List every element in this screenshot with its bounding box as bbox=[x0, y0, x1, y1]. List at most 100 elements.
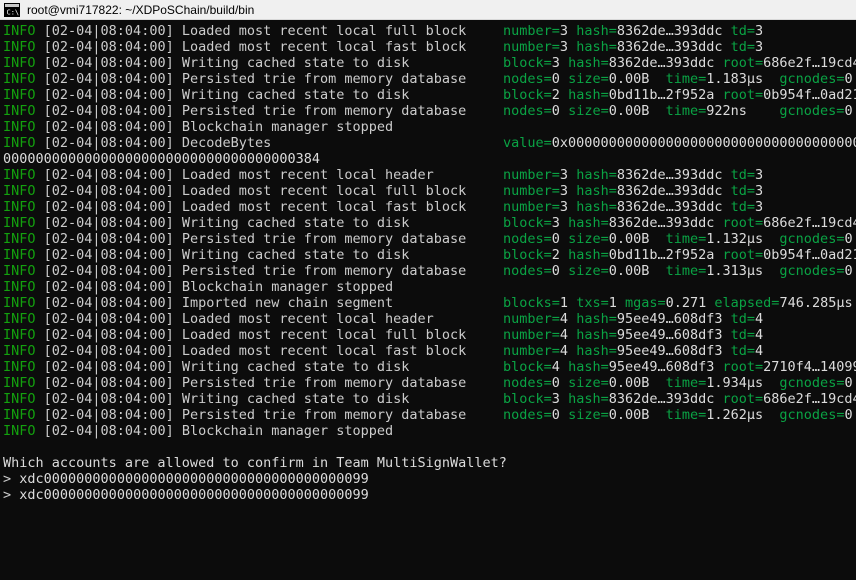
log-message: Persisted trie from memory database bbox=[181, 263, 467, 279]
log-field-value: 8362de…393ddc bbox=[616, 39, 723, 55]
log-field-key: number= bbox=[503, 167, 560, 183]
log-timestamp: [02-04|08:04:00] bbox=[43, 295, 174, 311]
log-field-value: 2 bbox=[551, 247, 560, 263]
log-field-key: block= bbox=[503, 247, 552, 263]
log-field-key: td= bbox=[730, 343, 756, 359]
log-level: INFO bbox=[3, 359, 36, 375]
log-field-key: root= bbox=[722, 87, 764, 103]
log-field-value: 0 bbox=[551, 375, 560, 391]
log-line: INFO [02-04|08:04:00] Persisted trie fro… bbox=[0, 407, 856, 423]
log-level: INFO bbox=[3, 103, 36, 119]
log-message: Writing cached state to disk bbox=[181, 55, 410, 71]
log-line: INFO [02-04|08:04:00] Loaded most recent… bbox=[0, 327, 856, 343]
log-field-key: time= bbox=[665, 407, 707, 423]
log-fields: nodes=0 size=0.00B time=1.132µs gcnodes=… bbox=[503, 231, 853, 247]
log-field-value: 0 bbox=[844, 103, 853, 119]
prompt-entry-wrap: > xdc00000000000000000000000000000000000… bbox=[3, 487, 369, 503]
log-field-value: 0 bbox=[551, 231, 560, 247]
log-field-value: 95ee49…608df3 bbox=[608, 359, 715, 375]
log-level: INFO bbox=[3, 311, 36, 327]
log-message: Persisted trie from memory database bbox=[181, 407, 467, 423]
log-fields: nodes=0 size=0.00B time=1.934µs gcnodes=… bbox=[503, 375, 853, 391]
log-line-left: INFO [02-04|08:04:00] Loaded most recent… bbox=[3, 23, 466, 39]
log-level: INFO bbox=[3, 327, 36, 343]
log-level: INFO bbox=[3, 119, 36, 135]
log-fields: block=3 hash=8362de…393ddc root=686e2f…1… bbox=[503, 391, 856, 407]
log-level: INFO bbox=[3, 183, 36, 199]
log-field-key: hash= bbox=[568, 215, 609, 231]
log-line-left: INFO [02-04|08:04:00] Imported new chain… bbox=[3, 295, 393, 311]
log-field-key: time= bbox=[665, 231, 707, 247]
prompt-question-row: Which accounts are allowed to confirm in… bbox=[0, 455, 856, 471]
log-timestamp: [02-04|08:04:00] bbox=[43, 391, 174, 407]
log-field-value: 4 bbox=[559, 311, 569, 327]
log-line-left: INFO [02-04|08:04:00] Writing cached sta… bbox=[3, 391, 409, 407]
log-message: Persisted trie from memory database bbox=[181, 231, 467, 247]
log-field-value: 0.00B bbox=[608, 407, 650, 423]
log-field-key: number= bbox=[503, 39, 560, 55]
log-field-value: 95ee49…608df3 bbox=[616, 343, 723, 359]
log-timestamp: [02-04|08:04:00] bbox=[43, 87, 174, 103]
log-timestamp: [02-04|08:04:00] bbox=[43, 327, 174, 343]
prompt-entry-value[interactable]: xdc0000000000000000000000000000000000000… bbox=[19, 487, 369, 503]
log-line: INFO [02-04|08:04:00] Persisted trie fro… bbox=[0, 231, 856, 247]
log-message: Loaded most recent local fast block bbox=[181, 343, 467, 359]
log-fields: number=3 hash=8362de…393ddc td=3 bbox=[503, 167, 763, 183]
log-timestamp: [02-04|08:04:00] bbox=[43, 39, 174, 55]
log-field-key: number= bbox=[503, 327, 560, 343]
log-field-value: 4 bbox=[551, 359, 560, 375]
log-field-value: 4 bbox=[559, 343, 569, 359]
log-level: INFO bbox=[3, 199, 36, 215]
log-line-left: INFO [02-04|08:04:00] Persisted trie fro… bbox=[3, 231, 466, 247]
log-field-key: gcnodes= bbox=[779, 407, 845, 423]
log-level: INFO bbox=[3, 135, 36, 151]
log-fields: block=2 hash=0bd11b…2f952a root=0b954f…0… bbox=[503, 87, 856, 103]
log-line: INFO [02-04|08:04:00] Writing cached sta… bbox=[0, 87, 856, 103]
log-field-key: number= bbox=[503, 23, 560, 39]
log-field-value: 8362de…393ddc bbox=[616, 23, 723, 39]
log-line-left: INFO [02-04|08:04:00] Loaded most recent… bbox=[3, 327, 466, 343]
log-field-value: 8362de…393ddc bbox=[616, 199, 723, 215]
log-timestamp: [02-04|08:04:00] bbox=[43, 231, 174, 247]
log-field-value: 0 bbox=[844, 407, 853, 423]
log-line: INFO [02-04|08:04:00] Persisted trie fro… bbox=[0, 103, 856, 119]
log-line: INFO [02-04|08:04:00] Blockchain manager… bbox=[0, 279, 856, 295]
log-timestamp: [02-04|08:04:00] bbox=[43, 183, 174, 199]
log-line: INFO [02-04|08:04:00] Writing cached sta… bbox=[0, 359, 856, 375]
log-fields: number=4 hash=95ee49…608df3 td=4 bbox=[503, 343, 763, 359]
log-line: INFO [02-04|08:04:00] Imported new chain… bbox=[0, 295, 856, 311]
log-field-key: number= bbox=[503, 343, 560, 359]
log-field-value: 4 bbox=[755, 311, 764, 327]
log-field-value: 0 bbox=[551, 103, 560, 119]
log-timestamp: [02-04|08:04:00] bbox=[43, 119, 174, 135]
log-timestamp: [02-04|08:04:00] bbox=[43, 263, 174, 279]
window-titlebar[interactable]: C:\ root@vmi717822: ~/XDPoSChain/build/b… bbox=[0, 0, 856, 20]
log-field-value: 0.271 bbox=[665, 295, 707, 311]
log-line-left: INFO [02-04|08:04:00] Persisted trie fro… bbox=[3, 71, 466, 87]
log-timestamp: [02-04|08:04:00] bbox=[43, 103, 174, 119]
log-field-key: nodes= bbox=[503, 71, 552, 87]
prompt-entry-row[interactable]: > xdc00000000000000000000000000000000000… bbox=[0, 487, 856, 503]
terminal-surface[interactable]: INFO [02-04|08:04:00] Loaded most recent… bbox=[0, 20, 856, 580]
log-timestamp: [02-04|08:04:00] bbox=[43, 375, 174, 391]
log-fields: number=3 hash=8362de…393ddc td=3 bbox=[503, 39, 763, 55]
log-field-key: hash= bbox=[568, 87, 609, 103]
log-field-key: size= bbox=[568, 231, 609, 247]
log-line: INFO [02-04|08:04:00] Writing cached sta… bbox=[0, 215, 856, 231]
log-field-value: 1 bbox=[559, 295, 569, 311]
log-fields: block=3 hash=8362de…393ddc root=686e2f…1… bbox=[503, 55, 856, 71]
log-field-key: root= bbox=[722, 359, 764, 375]
log-message: Writing cached state to disk bbox=[181, 87, 410, 103]
log-field-value: 8362de…393ddc bbox=[616, 167, 723, 183]
log-field-value: 0b954f…0ad21 bbox=[763, 87, 856, 103]
log-field-value: 3 bbox=[755, 199, 764, 215]
log-level: INFO bbox=[3, 407, 36, 423]
log-continuation-text: 000000000000000000000000000000000000384 bbox=[3, 151, 320, 167]
log-field-key: txs= bbox=[576, 295, 609, 311]
log-line: INFO [02-04|08:04:00] Persisted trie fro… bbox=[0, 263, 856, 279]
prompt-entry-value[interactable]: xdc0000000000000000000000000000000000000… bbox=[19, 471, 369, 487]
prompt-entry-row[interactable]: > xdc00000000000000000000000000000000000… bbox=[0, 471, 856, 487]
log-fields: number=4 hash=95ee49…608df3 td=4 bbox=[503, 311, 763, 327]
log-line: INFO [02-04|08:04:00] Loaded most recent… bbox=[0, 343, 856, 359]
